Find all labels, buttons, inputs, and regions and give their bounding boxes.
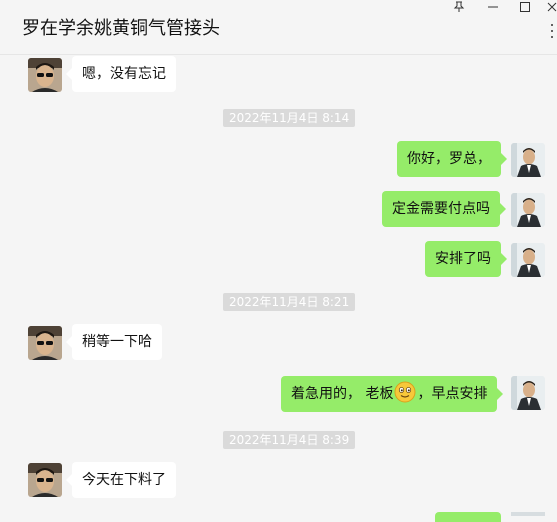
contact-avatar[interactable] <box>28 463 62 497</box>
message-text: ，早点安排 <box>417 386 488 402</box>
chat-title: 罗在学余姚黄铜气管接头 <box>22 18 220 39</box>
self-avatar[interactable] <box>511 243 545 277</box>
close-icon[interactable] <box>546 0 557 14</box>
message-bubble[interactable]: 你好，罗总， <box>397 141 507 177</box>
chat-area: 嗯，没有忘记 2022年11月4日 8:14 你好，罗总， 定金需要付点吗 安排… <box>0 55 557 522</box>
message-text: 着急用的， 老板 <box>291 386 394 402</box>
maximize-icon[interactable] <box>517 0 533 14</box>
more-icon[interactable] <box>551 24 555 38</box>
smile-emoji-icon <box>394 381 416 403</box>
self-avatar-partial <box>511 512 545 516</box>
self-avatar[interactable] <box>511 376 545 410</box>
title-bar: 罗在学余姚黄铜气管接头 <box>0 0 557 55</box>
self-avatar[interactable] <box>511 193 545 227</box>
self-avatar[interactable] <box>511 143 545 177</box>
contact-avatar[interactable] <box>28 58 62 92</box>
pin-icon[interactable] <box>451 0 467 14</box>
message-bubble[interactable]: 今天在下料了 <box>66 462 176 498</box>
message-bubble-partial[interactable] <box>435 512 501 522</box>
message-bubble[interactable]: 定金需要付点吗 <box>382 191 506 227</box>
message-bubble[interactable]: 嗯，没有忘记 <box>66 56 176 92</box>
minimize-icon[interactable] <box>485 0 501 14</box>
timestamp: 2022年11月4日 8:39 <box>223 431 356 449</box>
message-bubble[interactable]: 着急用的， 老板 ，早点安排 <box>281 376 504 412</box>
message-bubble[interactable]: 稍等一下哈 <box>66 324 162 360</box>
message-bubble[interactable]: 安排了吗 <box>425 241 507 277</box>
timestamp: 2022年11月4日 8:21 <box>223 293 356 311</box>
contact-avatar[interactable] <box>28 326 62 360</box>
timestamp: 2022年11月4日 8:14 <box>223 109 356 127</box>
